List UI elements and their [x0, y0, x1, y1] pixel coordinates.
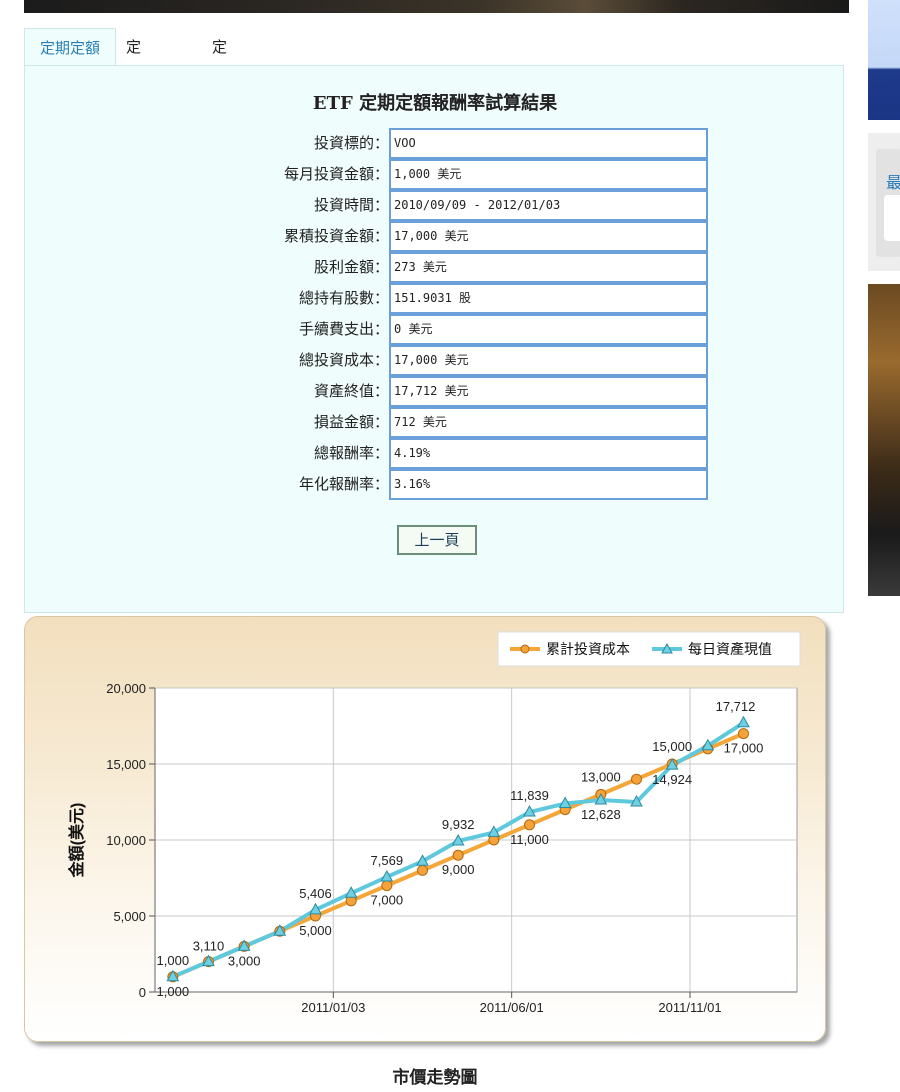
result-value: 2010/09/09 - 2012/01/03 — [389, 190, 708, 221]
data-point — [452, 849, 464, 861]
x-tick-label: 2011/11/01 — [658, 1000, 721, 1015]
result-value: 0 美元 — [389, 314, 708, 345]
result-label: 手續費支出： — [298, 320, 389, 338]
result-row: 投資標的： VOO — [25, 128, 845, 159]
data-label: 11,839 — [510, 788, 549, 803]
legend-marker — [520, 644, 530, 654]
result-row: 累積投資金額： 17,000 美元 — [25, 221, 845, 252]
data-label: 5,406 — [299, 886, 332, 901]
data-label: 9,000 — [442, 862, 475, 877]
y-tick-label: 5,000 — [113, 909, 146, 924]
data-label: 3,000 — [228, 953, 261, 968]
data-label: 17,712 — [716, 699, 756, 714]
legend-label: 每日資產現值 — [688, 641, 772, 657]
result-value: 17,000 美元 — [389, 221, 708, 252]
result-row: 總投資成本： 17,000 美元 — [25, 345, 845, 376]
result-label: 總投資成本： — [298, 351, 389, 369]
data-point — [524, 819, 535, 831]
data-label: 1,000 — [157, 953, 190, 968]
data-label: 13,000 — [581, 769, 621, 784]
data-label: 12,628 — [581, 807, 621, 822]
data-point — [381, 880, 393, 892]
side-box-title: 最 — [886, 173, 900, 192]
result-row: 年化報酬率： 3.16% — [25, 469, 845, 500]
data-label: 7,569 — [371, 853, 404, 868]
side-search-input[interactable] — [884, 195, 900, 241]
result-value: 1,000 美元 — [389, 159, 708, 190]
data-point — [417, 864, 428, 876]
side-photo-ad[interactable] — [868, 284, 900, 596]
data-point — [738, 728, 749, 740]
side-ad-banner[interactable] — [868, 0, 900, 120]
result-row: 每月投資金額： 1,000 美元 — [25, 159, 845, 190]
tab-fixed-amount[interactable]: 定期定額 — [24, 28, 116, 67]
result-row: 股利金額： 273 美元 — [25, 252, 845, 283]
line-chart: 0 5,000 10,000 15,000 20,000 2011/01/03 2011/0… — [67, 631, 801, 1015]
result-row: 手續費支出： 0 美元 — [25, 314, 845, 345]
result-label: 每月投資金額： — [283, 165, 389, 183]
result-label: 股利金額： — [313, 258, 389, 276]
data-label: 14,924 — [652, 772, 692, 787]
result-row: 資產終值： 17,712 美元 — [25, 376, 845, 407]
result-label: 投資時間： — [313, 196, 389, 214]
data-label: 3,110 — [193, 939, 225, 954]
data-label: 7,000 — [371, 893, 404, 908]
top-banner-image — [24, 0, 849, 13]
result-value: 17,000 美元 — [389, 345, 708, 376]
result-value: 4.19% — [389, 438, 708, 469]
tab-fixed-shares[interactable]: 定期定股 — [212, 28, 227, 170]
result-label: 總持有股數： — [298, 289, 389, 307]
x-tick-label: 2011/06/01 — [480, 1000, 544, 1015]
result-value: 151.9031 股 — [389, 283, 708, 314]
data-point — [631, 773, 642, 785]
result-row: 總報酬率： 4.19% — [25, 438, 845, 469]
data-label: 17,000 — [724, 741, 764, 756]
legend-label: 累計投資成本 — [546, 641, 630, 657]
x-tick-label: 2011/01/03 — [301, 1000, 365, 1015]
y-tick-label: 0 — [139, 985, 146, 1000]
data-label: 11,000 — [510, 832, 549, 847]
result-panel: ETF 定期定額報酬率試算結果 投資標的： VOO 每月投資金額： 1,000 美元投… — [24, 65, 844, 613]
result-row: 投資時間： 2010/09/09 - 2012/01/03 — [25, 190, 845, 221]
y-tick-label: 10,000 — [106, 833, 146, 848]
result-label: 資產終值： — [313, 382, 389, 400]
result-value: 273 美元 — [389, 252, 708, 283]
result-label: 累積投資金額： — [283, 227, 389, 245]
result-title: ETF 定期定額報酬率試算結果 — [312, 93, 558, 114]
data-label: 15,000 — [652, 739, 692, 754]
y-tick-label: 15,000 — [106, 757, 146, 772]
result-value: 17,712 美元 — [389, 376, 708, 407]
result-row: 總持有股數： 151.9031 股 — [25, 283, 845, 314]
result-label: 損益金額： — [313, 413, 389, 431]
result-value: 3.16% — [389, 469, 708, 500]
result-value: VOO — [389, 128, 708, 159]
y-tick-label: 20,000 — [106, 681, 146, 696]
data-label: 9,932 — [442, 817, 475, 832]
result-value: 712 美元 — [389, 407, 708, 438]
result-row: 損益金額： 712 美元 — [25, 407, 845, 438]
chart-container: 0 5,000 10,000 15,000 20,000 2011/01/03 2011/0… — [24, 616, 834, 1048]
side-search-box: 最 — [868, 133, 900, 271]
tab-fixed-value[interactable]: 定期定值 — [126, 28, 141, 170]
chart-caption: 市價走勢圖 — [392, 1068, 478, 1088]
data-label: 5,000 — [299, 923, 332, 938]
y-axis-label: 金額(美元) — [67, 803, 86, 879]
result-label: 總報酬率： — [313, 444, 389, 462]
result-label: 投資標的： — [313, 134, 389, 152]
back-button[interactable]: 上一頁 — [397, 525, 477, 555]
result-label: 年化報酬率： — [298, 475, 389, 493]
data-label: 1,000 — [157, 984, 190, 999]
